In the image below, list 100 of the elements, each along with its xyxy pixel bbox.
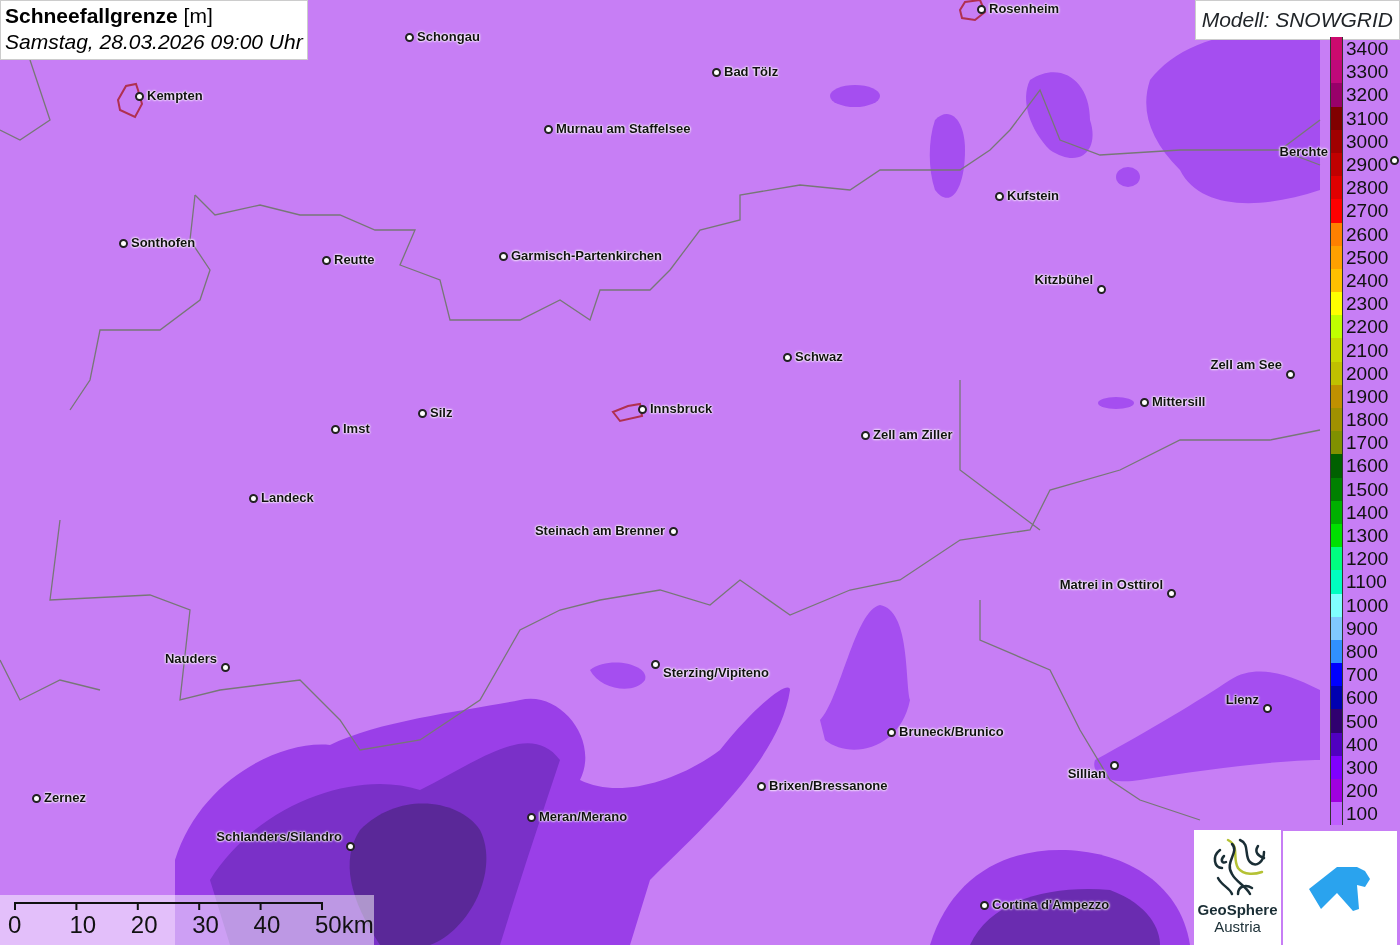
legend-label: 700 [1345, 665, 1378, 685]
map-timestamp: Samstag, 28.03.2026 09:00 Uhr [5, 29, 303, 55]
snowfall-area [1116, 167, 1140, 187]
city-marker [637, 404, 647, 414]
legend-label: 1800 [1345, 410, 1389, 430]
legend-label: 1600 [1345, 456, 1389, 476]
city-marker [860, 430, 870, 440]
city-label: Bad Tölz [724, 65, 779, 78]
model-label: Modell: SNOWGRID [1194, 0, 1400, 40]
city-label: Sterzing/Vipiteno [663, 666, 769, 679]
snowfall-area [1098, 397, 1134, 409]
city-label: Steinach am Brenner [534, 524, 665, 537]
city-label: Cortina d'Ampezzo [992, 898, 1110, 911]
legend-label: 100 [1345, 804, 1378, 824]
legend-label: 1700 [1345, 433, 1389, 453]
city-label: Silz [430, 406, 453, 419]
map-title: Schneefallgrenze [m] [5, 3, 214, 29]
city-marker [668, 526, 678, 536]
city-label: Imst [343, 422, 370, 435]
legend-label: 3400 [1345, 39, 1389, 59]
city-marker [330, 424, 340, 434]
city-label: Schongau [417, 30, 480, 43]
city-marker [543, 124, 553, 134]
city-marker [498, 251, 508, 261]
city-marker [711, 67, 721, 77]
legend-label: 500 [1345, 711, 1378, 731]
legend-label: 400 [1345, 734, 1378, 754]
legend-label: 2700 [1345, 201, 1389, 221]
legend-label: 3200 [1345, 85, 1389, 105]
city-label: Reutte [334, 253, 375, 266]
legend-label: 300 [1345, 757, 1378, 777]
city-label: Zernez [44, 791, 86, 804]
city-boundary-outline [116, 82, 144, 119]
legend-label: 2800 [1345, 178, 1389, 198]
legend-label: 200 [1345, 781, 1378, 801]
scale-label: 0 [8, 913, 22, 937]
legend-label: 2600 [1345, 224, 1389, 244]
city-label: Schwaz [795, 350, 843, 363]
city-marker [404, 32, 414, 42]
logo-name: GeoSphere [1197, 902, 1278, 919]
legend-label: 1500 [1345, 479, 1389, 499]
city-label: Sillian [1067, 767, 1106, 780]
city-marker [31, 793, 41, 803]
mountain-logo-icon [1307, 865, 1373, 911]
legend-label: 1900 [1345, 386, 1389, 406]
scale-label: 10 [69, 913, 97, 937]
city-marker [417, 408, 427, 418]
legend-label: 2500 [1345, 247, 1389, 267]
city-marker [1166, 588, 1176, 598]
city-label: Rosenheim [989, 2, 1060, 15]
city-label: Bruneck/Brunico [899, 725, 1004, 738]
scale-label: 50km [315, 913, 374, 937]
city-marker [1285, 369, 1295, 379]
city-label: Matrei in Osttirol [1059, 578, 1163, 591]
city-marker [976, 4, 986, 14]
legend-label: 1400 [1345, 502, 1389, 522]
city-marker [1096, 284, 1106, 294]
city-label: Meran/Merano [539, 810, 628, 823]
city-label: Mittersill [1152, 395, 1206, 408]
city-label: Zell am Ziller [873, 428, 953, 441]
city-boundary-outline [611, 402, 644, 423]
legend-label: 3100 [1345, 108, 1389, 128]
city-marker [1139, 397, 1149, 407]
city-marker [756, 781, 766, 791]
legend-label: 800 [1345, 641, 1378, 661]
city-marker [979, 900, 989, 910]
legend-label: 2300 [1345, 294, 1389, 314]
city-label: Schlanders/Silandro [216, 830, 342, 843]
legend-label: 2200 [1345, 317, 1389, 337]
city-marker [220, 662, 230, 672]
city-label: Kitzbühel [1034, 273, 1093, 286]
legend-label: 1200 [1345, 549, 1389, 569]
city-label: Lienz [1225, 693, 1259, 706]
city-label: Nauders [164, 652, 217, 665]
city-marker [1109, 760, 1119, 770]
legend-label: 2400 [1345, 270, 1389, 290]
city-label: Murnau am Staffelsee [556, 122, 691, 135]
city-marker [526, 812, 536, 822]
snowfall-area [830, 85, 880, 107]
legend-label: 900 [1345, 618, 1378, 638]
city-marker [1262, 703, 1272, 713]
city-marker [134, 91, 144, 101]
city-marker [886, 727, 896, 737]
city-marker [118, 238, 128, 248]
city-marker [248, 493, 258, 503]
city-marker [650, 659, 660, 669]
scale-label: 40 [253, 913, 281, 937]
legend-label: 3300 [1345, 62, 1389, 82]
legend-label: 1300 [1345, 526, 1389, 546]
city-marker [1389, 155, 1399, 165]
scale-label: 20 [130, 913, 158, 937]
city-label: Kempten [147, 89, 203, 102]
legend-label: 3000 [1345, 131, 1389, 151]
city-label: Zell am See [1210, 358, 1282, 371]
logo-subname: Austria [1214, 918, 1261, 935]
city-label: Innsbruck [650, 402, 713, 415]
city-marker [782, 352, 792, 362]
city-label: Landeck [261, 491, 314, 504]
legend-label: 2100 [1345, 340, 1389, 360]
city-label: Sonthofen [131, 236, 196, 249]
